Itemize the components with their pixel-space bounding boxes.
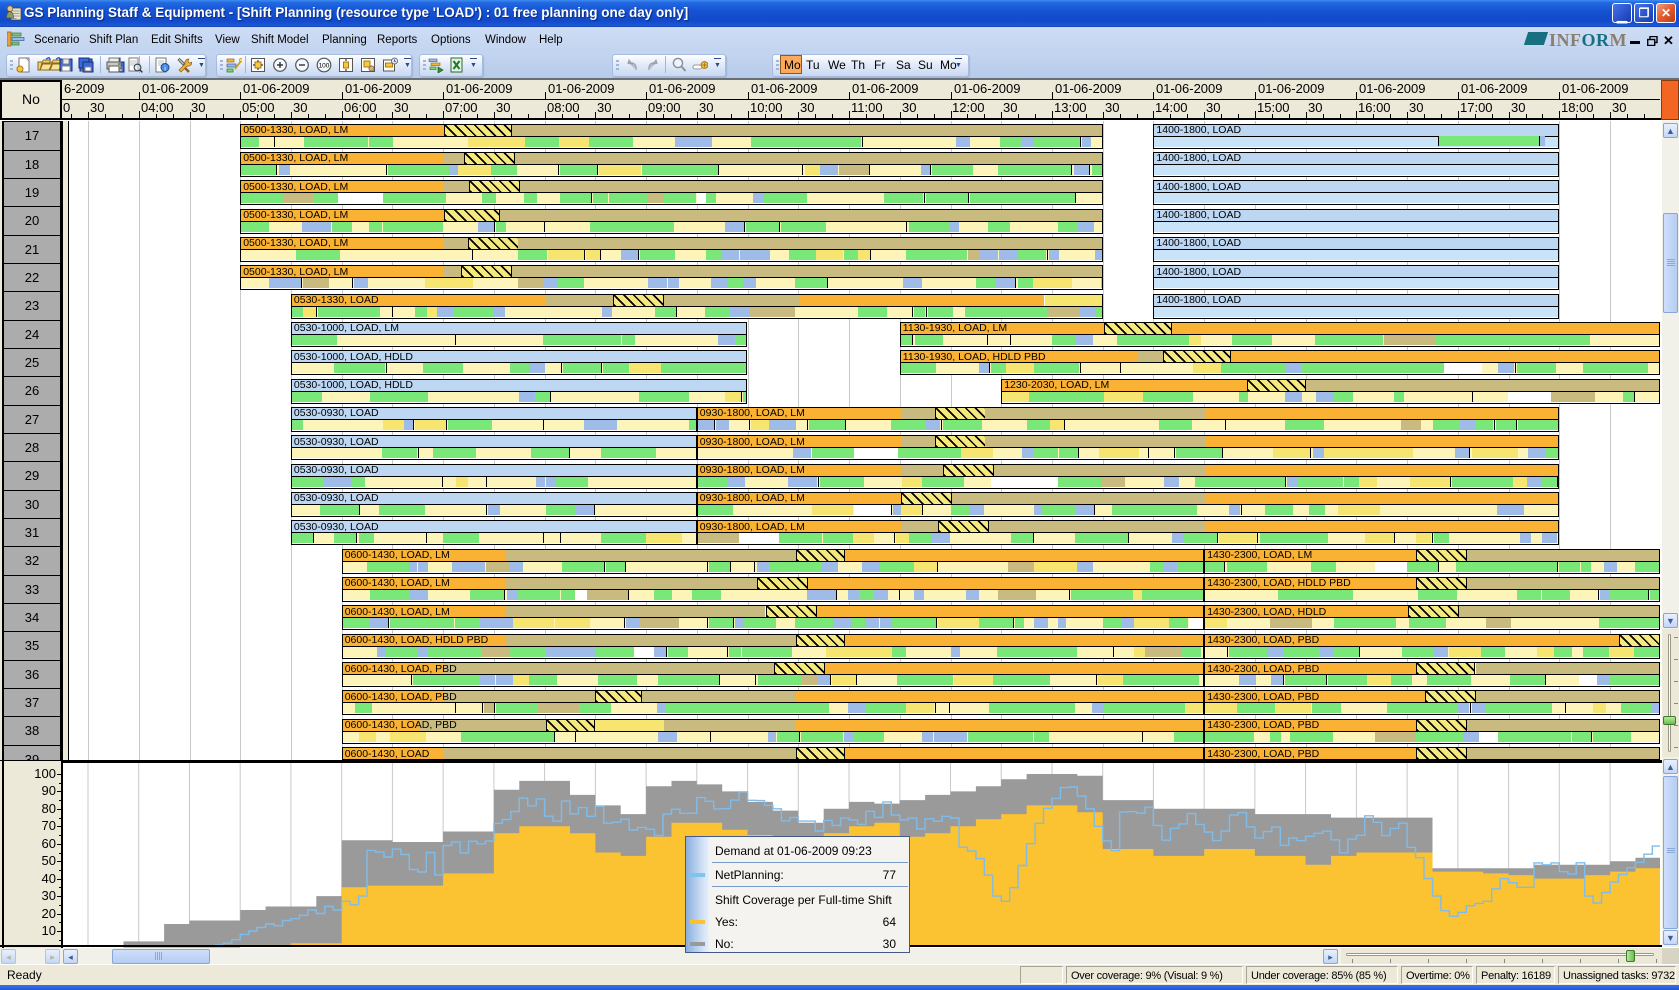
svg-text:i: i (164, 63, 166, 72)
svg-text:100: 100 (319, 63, 330, 70)
